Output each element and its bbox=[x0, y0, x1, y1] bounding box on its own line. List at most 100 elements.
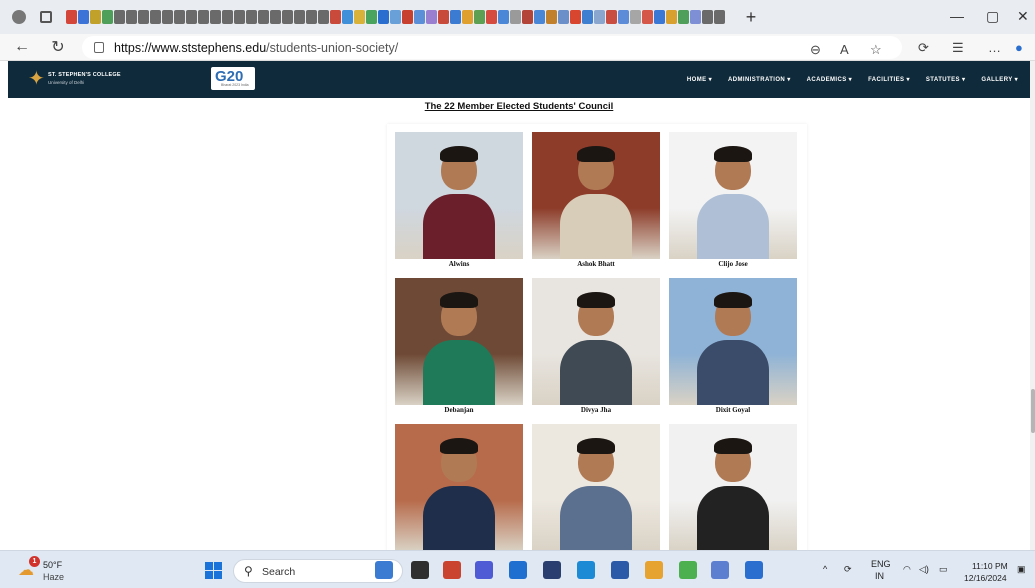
browser-tab[interactable] bbox=[342, 10, 353, 24]
language-indicator[interactable]: ENG bbox=[871, 559, 891, 569]
taskbar-app-icon[interactable] bbox=[443, 561, 461, 579]
taskbar-app-icon[interactable] bbox=[745, 561, 763, 579]
browser-tab[interactable] bbox=[414, 10, 425, 24]
back-icon[interactable]: ← bbox=[8, 38, 36, 56]
browser-tab[interactable] bbox=[642, 10, 653, 24]
browser-tab[interactable] bbox=[402, 10, 413, 24]
taskbar-app-icon[interactable] bbox=[509, 561, 527, 579]
browser-tab[interactable] bbox=[150, 10, 161, 24]
extensions-icon[interactable]: ⟳ bbox=[918, 40, 929, 56]
browser-tab[interactable] bbox=[234, 10, 245, 24]
browser-tab[interactable] bbox=[558, 10, 569, 24]
browser-tab[interactable] bbox=[138, 10, 149, 24]
browser-tab[interactable] bbox=[438, 10, 449, 24]
browser-tab[interactable] bbox=[534, 10, 545, 24]
close-window-button[interactable]: ✕ bbox=[1017, 8, 1029, 25]
taskbar-app-icon[interactable] bbox=[475, 561, 493, 579]
browser-tab[interactable] bbox=[378, 10, 389, 24]
browser-tab[interactable] bbox=[570, 10, 581, 24]
browser-tab[interactable] bbox=[486, 10, 497, 24]
taskbar-app-icon[interactable] bbox=[611, 561, 629, 579]
restore-button[interactable]: ▢ bbox=[986, 8, 999, 25]
browser-tab[interactable] bbox=[510, 10, 521, 24]
browser-tab[interactable] bbox=[102, 10, 113, 24]
browser-tab[interactable] bbox=[450, 10, 461, 24]
address-bar[interactable]: https://www.ststephens.edu /students-uni… bbox=[82, 36, 902, 59]
browser-tab[interactable] bbox=[210, 10, 221, 24]
browser-tab[interactable] bbox=[630, 10, 641, 24]
scrollbar-thumb[interactable] bbox=[1031, 389, 1035, 433]
network-refresh-icon[interactable]: ⟳ bbox=[844, 564, 852, 575]
taskbar-app-icon[interactable] bbox=[645, 561, 663, 579]
browser-tab[interactable] bbox=[702, 10, 713, 24]
menu-administration[interactable]: ADMINISTRATION ▾ bbox=[728, 76, 791, 83]
minimize-button[interactable]: — bbox=[950, 8, 964, 24]
browser-tab[interactable] bbox=[366, 10, 377, 24]
menu-home[interactable]: HOME ▾ bbox=[687, 76, 712, 83]
browser-tab[interactable] bbox=[678, 10, 689, 24]
browser-tab[interactable] bbox=[666, 10, 677, 24]
favorites-bar-icon[interactable]: ☰ bbox=[952, 40, 964, 56]
browser-tab[interactable] bbox=[354, 10, 365, 24]
favorite-icon[interactable]: ☆ bbox=[870, 42, 882, 58]
copilot-icon[interactable]: ● bbox=[1015, 40, 1023, 55]
menu-academics[interactable]: ACADEMICS ▾ bbox=[807, 76, 852, 83]
browser-tab[interactable] bbox=[198, 10, 209, 24]
battery-icon[interactable]: ▭ bbox=[939, 564, 948, 575]
college-name[interactable]: ST. STEPHEN'S COLLEGE bbox=[48, 72, 121, 78]
clock-time[interactable]: 11:10 PM bbox=[972, 561, 1008, 571]
taskbar-app-icon[interactable] bbox=[375, 561, 393, 579]
taskbar-app-icon[interactable] bbox=[679, 561, 697, 579]
browser-tab[interactable] bbox=[186, 10, 197, 24]
browser-tab[interactable] bbox=[690, 10, 701, 24]
tab-actions-icon[interactable] bbox=[40, 11, 52, 23]
browser-tab[interactable] bbox=[174, 10, 185, 24]
browser-tab[interactable] bbox=[546, 10, 557, 24]
read-aloud-icon[interactable]: A bbox=[840, 42, 849, 57]
college-logo-icon[interactable]: ✦ bbox=[28, 69, 48, 89]
browser-tab[interactable] bbox=[330, 10, 341, 24]
volume-icon[interactable]: ◁) bbox=[919, 564, 929, 575]
browser-tab[interactable] bbox=[162, 10, 173, 24]
notifications-icon[interactable]: ▣ bbox=[1017, 564, 1026, 575]
browser-tab[interactable] bbox=[498, 10, 509, 24]
browser-tab[interactable] bbox=[306, 10, 317, 24]
browser-tab[interactable] bbox=[474, 10, 485, 24]
page-scrollbar[interactable] bbox=[1030, 61, 1035, 550]
more-icon[interactable]: … bbox=[988, 40, 1001, 55]
new-tab-button[interactable]: + bbox=[739, 7, 763, 28]
browser-tab[interactable] bbox=[426, 10, 437, 24]
weather-temperature[interactable]: 50°F bbox=[43, 560, 62, 570]
taskbar-app-icon[interactable] bbox=[543, 561, 561, 579]
browser-tab[interactable] bbox=[714, 10, 725, 24]
wifi-icon[interactable]: ◠ bbox=[903, 564, 911, 575]
profile-icon[interactable] bbox=[12, 10, 26, 24]
taskbar-app-icon[interactable] bbox=[711, 561, 729, 579]
taskbar-app-icon[interactable] bbox=[577, 561, 595, 579]
browser-tab[interactable] bbox=[594, 10, 605, 24]
menu-statutes[interactable]: STATUTES ▾ bbox=[926, 76, 965, 83]
show-hidden-icons[interactable]: ^ bbox=[823, 564, 827, 574]
refresh-icon[interactable]: ↻ bbox=[44, 37, 72, 57]
browser-tab[interactable] bbox=[618, 10, 629, 24]
clock-date[interactable]: 12/16/2024 bbox=[964, 573, 1007, 583]
browser-tab[interactable] bbox=[78, 10, 89, 24]
browser-tab[interactable] bbox=[462, 10, 473, 24]
browser-tab[interactable] bbox=[90, 10, 101, 24]
browser-tab[interactable] bbox=[282, 10, 293, 24]
menu-gallery[interactable]: GALLERY ▾ bbox=[981, 76, 1018, 83]
browser-tab[interactable] bbox=[390, 10, 401, 24]
start-button[interactable] bbox=[205, 562, 222, 579]
menu-facilities[interactable]: FACILITIES ▾ bbox=[868, 76, 910, 83]
browser-tab[interactable] bbox=[222, 10, 233, 24]
browser-tab[interactable] bbox=[66, 10, 77, 24]
zoom-icon[interactable]: ⊖ bbox=[810, 42, 821, 58]
browser-tab[interactable] bbox=[318, 10, 329, 24]
browser-tab[interactable] bbox=[606, 10, 617, 24]
browser-tab[interactable] bbox=[582, 10, 593, 24]
browser-tab[interactable] bbox=[294, 10, 305, 24]
browser-tab[interactable] bbox=[126, 10, 137, 24]
browser-tab[interactable] bbox=[654, 10, 665, 24]
browser-tab[interactable] bbox=[270, 10, 281, 24]
browser-tab[interactable] bbox=[114, 10, 125, 24]
